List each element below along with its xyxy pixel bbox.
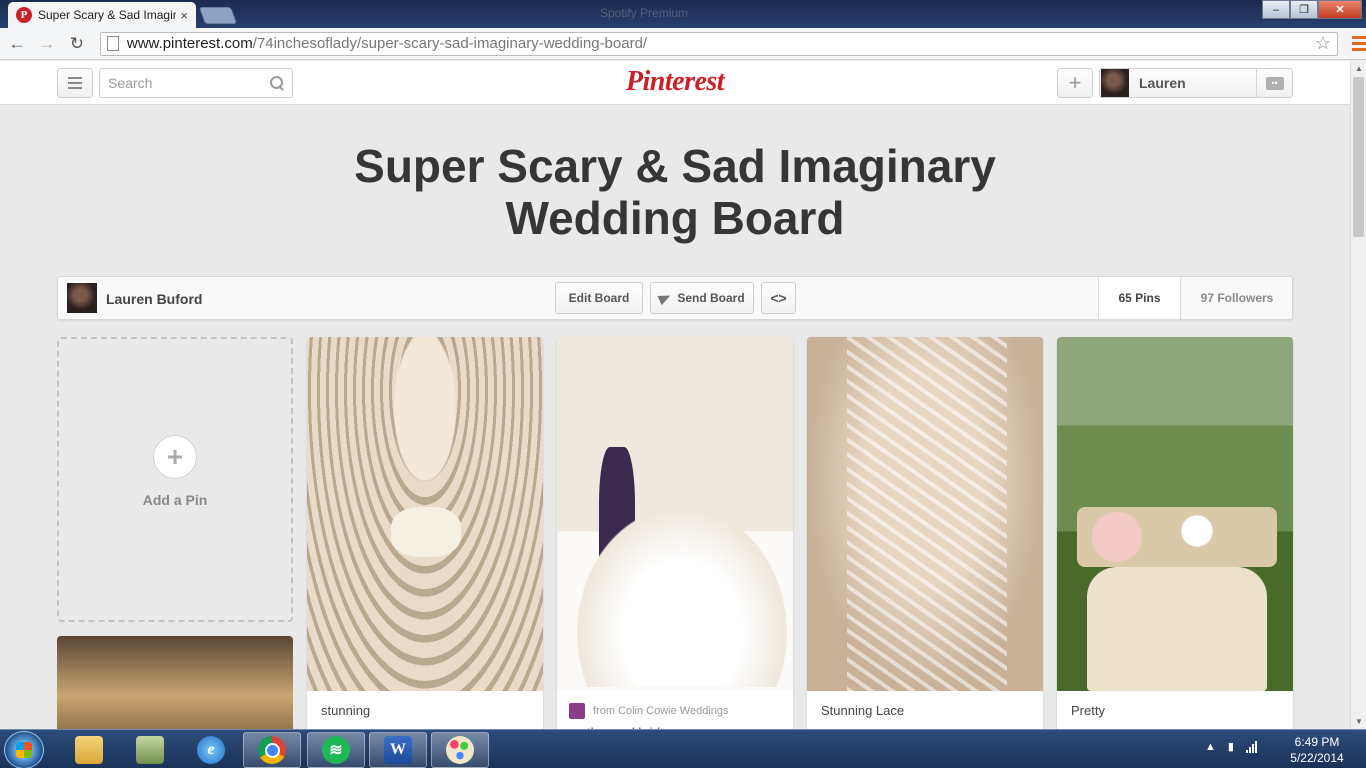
word-icon: W (384, 736, 412, 764)
pin-image[interactable] (307, 337, 543, 691)
pinterest-header: Pinterest + Lauren •• (0, 61, 1350, 105)
embed-code-button[interactable]: <> (761, 282, 796, 314)
pin-image[interactable] (1057, 337, 1293, 691)
messages-icon: •• (1265, 76, 1284, 90)
add-button[interactable]: + (1057, 68, 1093, 98)
send-board-button[interactable]: Send Board (650, 282, 754, 314)
address-bar[interactable]: www.pinterest.com/74inchesoflady/super-s… (99, 31, 1338, 56)
scroll-up-icon[interactable]: ▲ (1355, 64, 1363, 73)
paint-icon (446, 736, 474, 764)
folder-icon (75, 736, 103, 764)
tab-close-icon[interactable]: × (180, 8, 188, 23)
pin-caption: stunning (321, 703, 371, 718)
pin-card[interactable]: Pretty (1057, 337, 1293, 737)
browser-tabstrip: P Super Scary & Sad Imagin × Spotify Pre… (0, 0, 1366, 28)
back-arrow-icon[interactable]: ← (4, 31, 30, 57)
spotify-icon: ≋ (322, 736, 350, 764)
taskbar-paint[interactable] (431, 732, 489, 768)
page-icon (106, 36, 119, 51)
taskbar-clock[interactable]: 6:49 PM 5/22/2014 (1282, 734, 1352, 766)
taskbar-word[interactable]: W (369, 732, 427, 768)
taskbar-spotify[interactable]: ≋ (307, 732, 365, 768)
pin-source[interactable]: from Colin Cowie Weddings (557, 691, 793, 719)
clock-date: 5/22/2014 (1290, 751, 1344, 765)
scroll-down-icon[interactable]: ▼ (1355, 717, 1363, 726)
bookmark-star-icon[interactable]: ☆ (1315, 33, 1331, 54)
scrollbar-thumb[interactable] (1353, 77, 1364, 237)
clock-time: 6:49 PM (1294, 735, 1340, 749)
pin-image[interactable] (557, 337, 793, 691)
pin-card[interactable]: stunning (307, 337, 543, 737)
store-icon (136, 736, 164, 764)
tab-title: Super Scary & Sad Imagin (38, 8, 177, 22)
reload-icon[interactable]: ↻ (64, 31, 90, 57)
search-icon[interactable] (270, 76, 284, 90)
menu-button[interactable] (57, 68, 93, 98)
taskbar-explorer[interactable] (60, 732, 118, 768)
owner-avatar[interactable] (67, 283, 97, 313)
send-icon (657, 290, 673, 306)
user-profile-button[interactable]: Lauren •• (1099, 68, 1293, 98)
window-controls: – ❐ ✕ (1262, 0, 1362, 19)
search-input[interactable] (108, 75, 258, 91)
pin-source-label: from Colin Cowie Weddings (593, 705, 729, 717)
followers-count-tab[interactable]: 97 Followers (1181, 277, 1293, 319)
start-button[interactable] (4, 731, 44, 768)
avatar (1101, 69, 1129, 97)
pin-card[interactable]: Stunning Lace (807, 337, 1043, 737)
window-title: Spotify Premium (600, 6, 689, 20)
add-pin-card[interactable]: + Add a Pin (57, 337, 293, 622)
minimize-button[interactable]: – (1262, 0, 1290, 19)
pin-caption: Pretty (1071, 703, 1105, 718)
source-avatar (569, 703, 585, 719)
plus-icon: + (153, 435, 197, 479)
user-name: Lauren (1139, 75, 1186, 91)
page-scrollbar[interactable]: ▲ ▼ (1350, 61, 1366, 729)
search-box[interactable] (99, 68, 293, 98)
board-header-bar: Lauren Buford Edit Board Send Board <> 6… (57, 276, 1293, 320)
forward-arrow-icon[interactable]: → (34, 31, 60, 57)
url-host: www.pinterest.com (126, 35, 253, 52)
ie-icon: e (197, 736, 225, 764)
url-path: /74inchesoflady/super-scary-sad-imaginar… (252, 35, 648, 52)
browser-toolbar: ← → ↻ www.pinterest.com/74inchesoflady/s… (0, 28, 1366, 60)
tray-expand-icon[interactable]: ▲ (1205, 741, 1216, 753)
chrome-icon (258, 736, 286, 764)
close-window-button[interactable]: ✕ (1318, 0, 1362, 19)
pin-image[interactable] (57, 636, 293, 736)
taskbar-ie[interactable]: e (182, 732, 240, 768)
pinterest-favicon: P (16, 7, 32, 23)
pinterest-logo[interactable]: Pinterest (560, 66, 790, 98)
taskbar-chrome[interactable] (243, 732, 301, 768)
windows-taskbar: e ≋ W ▲ ▮ 6:49 PM 5/22/2014 (0, 729, 1366, 768)
pin-image[interactable] (807, 337, 1043, 691)
network-icon[interactable] (1245, 740, 1257, 753)
maximize-button[interactable]: ❐ (1290, 0, 1318, 19)
pin-caption: Stunning Lace (821, 703, 905, 718)
pin-card[interactable]: from Colin Cowie Weddings mother and bri… (557, 337, 793, 737)
power-icon[interactable]: ▮ (1228, 740, 1234, 753)
system-tray: ▲ ▮ (1205, 740, 1257, 753)
taskbar-store[interactable] (121, 732, 179, 768)
board-owner[interactable]: Lauren Buford (106, 291, 202, 307)
new-tab-button[interactable] (198, 7, 238, 24)
browser-tab[interactable]: P Super Scary & Sad Imagin × (8, 2, 196, 28)
edit-board-button[interactable]: Edit Board (555, 282, 643, 314)
send-board-label: Send Board (677, 291, 745, 305)
pins-count-tab[interactable]: 65 Pins (1098, 277, 1181, 319)
board-title: Super Scary & Sad Imaginary Wedding Boar… (354, 140, 996, 244)
chrome-menu-icon[interactable] (1351, 36, 1366, 51)
messages-button[interactable]: •• (1256, 69, 1292, 97)
add-pin-label: Add a Pin (142, 492, 208, 508)
